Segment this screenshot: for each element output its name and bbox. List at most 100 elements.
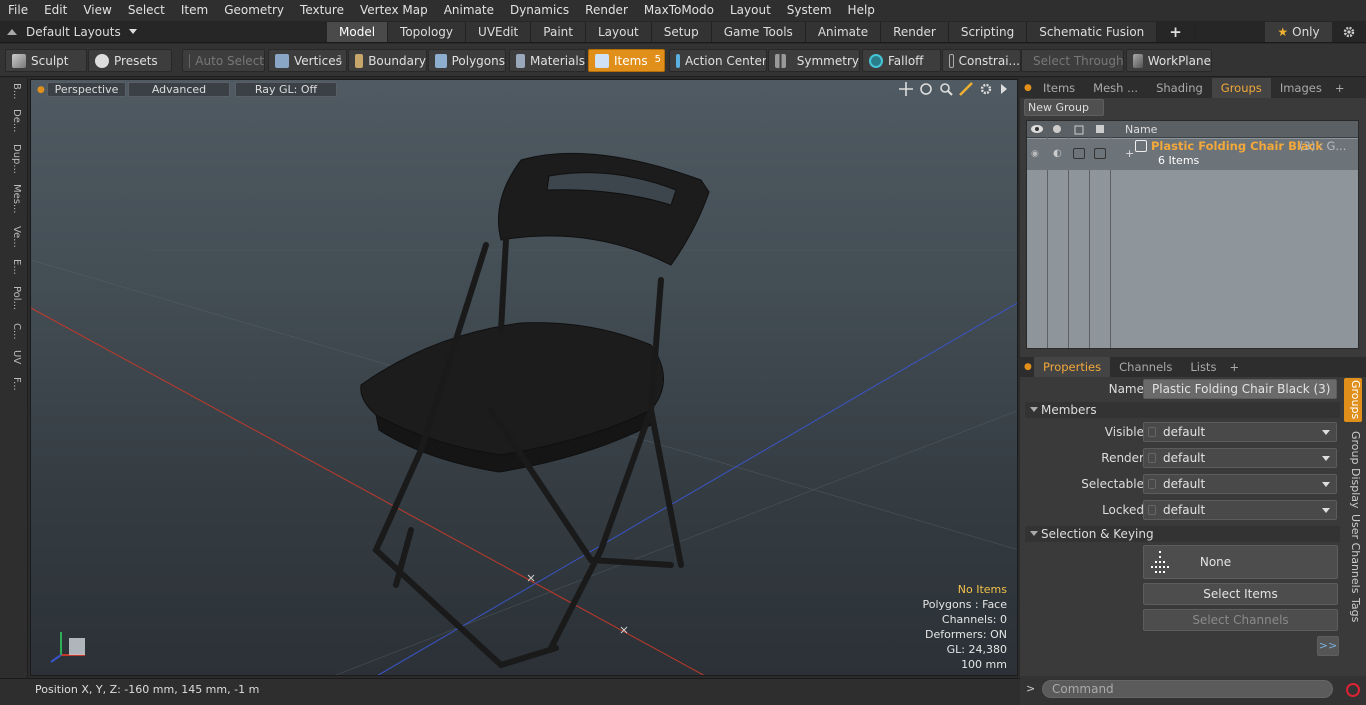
view-raygl-tab[interactable]: Ray GL: Off <box>235 82 337 97</box>
tab-items[interactable]: Items <box>1034 78 1084 98</box>
tab-layout[interactable]: Layout <box>585 22 652 42</box>
maximize-view-icon[interactable] <box>959 82 973 96</box>
row-eye-icon[interactable]: ◉ <box>1031 149 1039 159</box>
tab-images[interactable]: Images <box>1271 78 1331 98</box>
viewport-options-icon[interactable]: ● <box>37 85 45 95</box>
menu-animate[interactable]: Animate <box>436 0 502 21</box>
menu-layout[interactable]: Layout <box>722 0 779 21</box>
selection-keying-section[interactable]: Selection & Keying <box>1025 526 1340 542</box>
menu-file[interactable]: File <box>0 0 36 21</box>
side-tab-tags[interactable]: Tags <box>1344 594 1362 626</box>
tab-paint[interactable]: Paint <box>531 22 586 42</box>
falloff-button[interactable]: Falloff <box>862 49 941 72</box>
menu-help[interactable]: Help <box>840 0 883 21</box>
tab-game-tools[interactable]: Game Tools <box>711 22 806 42</box>
menu-edit[interactable]: Edit <box>36 0 75 21</box>
tab-shading[interactable]: Shading <box>1147 78 1212 98</box>
zoom-view-icon[interactable] <box>939 82 953 96</box>
left-tab-edge[interactable]: E... <box>4 259 22 281</box>
left-tab-curve[interactable]: C... <box>4 323 22 345</box>
tab-topology[interactable]: Topology <box>388 22 467 42</box>
menu-geometry[interactable]: Geometry <box>216 0 292 21</box>
tab-animate[interactable]: Animate <box>805 22 882 42</box>
menu-dynamics[interactable]: Dynamics <box>502 0 577 21</box>
gear-icon[interactable] <box>1342 25 1356 39</box>
menu-vertex-map[interactable]: Vertex Map <box>352 0 436 21</box>
visible-dropdown[interactable]: default <box>1143 422 1337 442</box>
add-tab-button[interactable]: + <box>1157 22 1195 42</box>
new-group-button[interactable]: New Group <box>1024 99 1104 116</box>
group-name-field[interactable]: Plastic Folding Chair Black (3) <box>1143 379 1337 399</box>
expand-toggle[interactable]: + <box>1125 147 1134 160</box>
3d-viewport[interactable]: ● Perspective Advanced Ray GL: Off No It… <box>30 79 1018 676</box>
add-properties-tab-button[interactable]: + <box>1225 357 1243 377</box>
row-lock-checkbox[interactable] <box>1073 148 1085 159</box>
tab-uvedit[interactable]: UVEdit <box>466 22 532 42</box>
menu-select[interactable]: Select <box>120 0 173 21</box>
tab-channels[interactable]: Channels <box>1110 357 1181 377</box>
left-tab-fusion[interactable]: F... <box>4 377 22 405</box>
keying-none-button[interactable]: None <box>1143 545 1338 579</box>
row-select-checkbox[interactable] <box>1094 148 1106 159</box>
select-icon[interactable] <box>1094 123 1106 135</box>
record-icon[interactable] <box>1345 682 1361 698</box>
view-perspective-tab[interactable]: Perspective <box>47 82 126 97</box>
tab-setup[interactable]: Setup <box>651 22 712 42</box>
items-button[interactable]: Items 5 <box>588 49 665 72</box>
left-tab-vertex[interactable]: Ve... <box>4 226 22 254</box>
menu-system[interactable]: System <box>779 0 840 21</box>
render-dropdown[interactable]: default <box>1143 448 1337 468</box>
add-panel-tab-button[interactable]: + <box>1331 78 1349 98</box>
viewport-settings-icon[interactable] <box>979 82 993 96</box>
menu-maxtomodo[interactable]: MaxToModo <box>636 0 722 21</box>
left-tab-polygon[interactable]: Pol... <box>4 286 22 318</box>
group-row[interactable]: ◉ ◐ + Plastic Folding Chair Black (3) : … <box>1027 139 1358 170</box>
tab-schematic-fusion[interactable]: Schematic Fusion <box>1027 22 1158 42</box>
action-center-button[interactable]: Action Center <box>669 49 767 72</box>
tab-properties[interactable]: Properties <box>1034 357 1111 377</box>
rotate-view-icon[interactable] <box>919 82 933 96</box>
menu-view[interactable]: View <box>75 0 119 21</box>
command-input[interactable]: Command <box>1042 680 1333 698</box>
polygons-button[interactable]: Polygons <box>428 49 506 72</box>
left-tab-duplicate[interactable]: Dup... <box>4 144 22 179</box>
render-icon[interactable] <box>1051 123 1063 135</box>
symmetry-button[interactable]: Symmetry <box>768 49 860 72</box>
panel-options-icon[interactable]: ● <box>1020 83 1034 93</box>
tab-render[interactable]: Render <box>881 22 949 42</box>
boundary-button[interactable]: Boundary <box>348 49 427 72</box>
more-options-button[interactable]: >> <box>1317 636 1339 656</box>
locked-dropdown[interactable]: default <box>1143 500 1337 520</box>
tab-mesh[interactable]: Mesh ... <box>1084 78 1147 98</box>
selectable-dropdown[interactable]: default <box>1143 474 1337 494</box>
left-tab-deform[interactable]: De... <box>4 109 22 139</box>
row-render-icon[interactable]: ◐ <box>1053 148 1062 159</box>
auto-select-button[interactable]: Auto Select <box>182 49 265 72</box>
side-tab-user-channels[interactable]: User Channels <box>1344 514 1362 593</box>
tab-lists[interactable]: Lists <box>1181 357 1225 377</box>
members-section[interactable]: Members <box>1025 402 1340 418</box>
move-view-icon[interactable] <box>899 82 913 96</box>
layouts-selector[interactable]: Default Layouts <box>6 21 137 43</box>
properties-options-icon[interactable]: ● <box>1020 362 1034 372</box>
presets-button[interactable]: Presets <box>88 49 172 72</box>
select-items-button[interactable]: Select Items <box>1143 583 1338 605</box>
only-button[interactable]: ★ Only <box>1265 22 1332 42</box>
select-channels-button[interactable]: Select Channels <box>1143 609 1338 631</box>
expand-right-icon[interactable] <box>999 83 1009 95</box>
workplane-button[interactable]: WorkPlane <box>1126 49 1212 72</box>
tab-groups[interactable]: Groups <box>1211 78 1271 98</box>
left-tab-basic[interactable]: B... <box>4 83 22 105</box>
vertices-button[interactable]: Vertices 1 <box>268 49 347 72</box>
constraints-button[interactable]: Constrai... <box>942 49 1021 72</box>
tab-model[interactable]: Model <box>327 22 389 42</box>
materials-button[interactable]: Materials <box>509 49 586 72</box>
left-tab-uv[interactable]: UV <box>4 350 22 372</box>
view-advanced-tab[interactable]: Advanced <box>128 82 230 97</box>
select-through-button[interactable]: Select Through <box>1021 49 1124 72</box>
menu-render[interactable]: Render <box>577 0 636 21</box>
menu-item[interactable]: Item <box>173 0 216 21</box>
eye-icon[interactable] <box>1030 124 1044 134</box>
lock-icon[interactable] <box>1073 123 1085 135</box>
sculpt-button[interactable]: Sculpt <box>5 49 87 72</box>
